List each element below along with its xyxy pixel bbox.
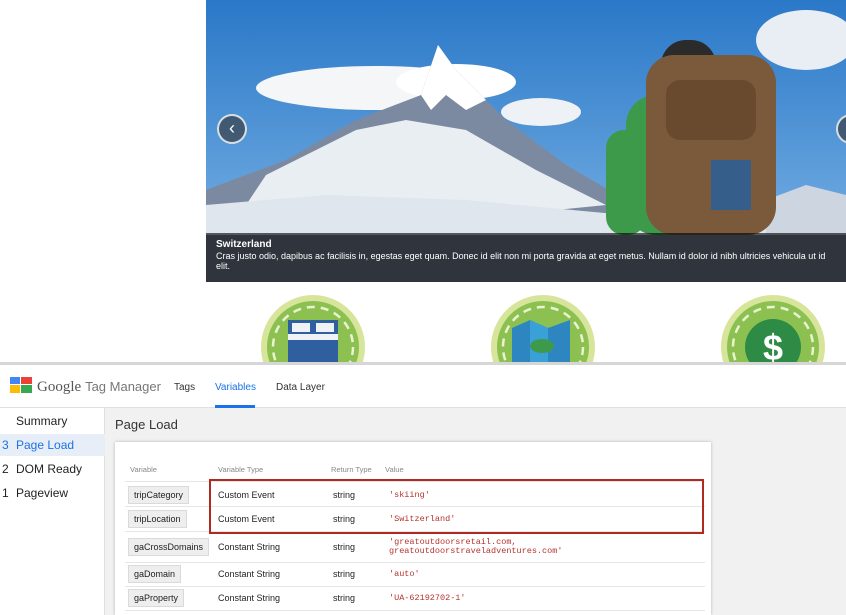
row-divider — [125, 610, 705, 611]
column-header-type: Variable Type — [218, 465, 264, 474]
gtm-brand: Google Tag Manager — [37, 378, 161, 396]
website-preview: Switzerland Cras justo odio, dapibus ac … — [0, 0, 846, 362]
hero-caption: Switzerland Cras justo odio, dapibus ac … — [206, 233, 846, 282]
dollar-icon[interactable]: $ — [720, 294, 826, 362]
variable-type: Custom Event — [218, 514, 275, 524]
variable-chip-triplocation[interactable]: tripLocation — [128, 510, 187, 528]
bed-icon[interactable] — [260, 294, 366, 362]
active-tab-indicator — [215, 405, 255, 408]
event-number: 3 — [2, 438, 9, 452]
column-header-value: Value — [385, 465, 404, 474]
sidebar-item-label: Summary — [16, 414, 68, 428]
row-divider — [125, 481, 705, 482]
tab-variables[interactable]: Variables — [215, 382, 256, 393]
return-type: string — [333, 542, 356, 552]
variable-chip-gacrossdomains[interactable]: gaCrossDomains — [128, 538, 210, 556]
brand-product: Tag Manager — [85, 379, 161, 394]
hero-carousel: Switzerland Cras justo odio, dapibus ac … — [206, 0, 846, 282]
variable-value-continued: greatoutdoorstraveladventures.com' — [389, 546, 563, 556]
gtm-logo-icon — [10, 377, 32, 393]
variable-type: Constant String — [218, 542, 281, 552]
page-title: Page Load — [115, 417, 178, 432]
gtm-header: Google Tag Manager Tags Variables Data L… — [0, 365, 846, 408]
event-number: 2 — [2, 462, 9, 476]
hero-text: Cras justo odio, dapibus ac facilisis in… — [216, 251, 826, 271]
variable-value: 'skiing' — [389, 490, 430, 500]
row-divider — [125, 531, 705, 532]
variable-chip-gadomain[interactable]: gaDomain — [128, 565, 182, 583]
row-divider — [125, 586, 705, 587]
row-divider — [125, 562, 705, 563]
sidebar-item-dom-ready[interactable]: 2 DOM Ready — [0, 458, 105, 480]
variable-type: Custom Event — [218, 490, 275, 500]
map-icon[interactable] — [490, 294, 596, 362]
sidebar-item-label: Pageview — [16, 486, 69, 500]
hero-title: Switzerland — [216, 239, 272, 250]
sidebar-item-label: DOM Ready — [16, 462, 83, 476]
dollar-sign: $ — [763, 327, 783, 362]
variable-type: Constant String — [218, 593, 281, 603]
return-type: string — [333, 490, 356, 500]
sidebar-item-page-load[interactable]: 3 Page Load — [0, 434, 105, 456]
variable-type: Constant String — [218, 569, 281, 579]
tab-data-layer[interactable]: Data Layer — [276, 382, 325, 393]
row-divider — [125, 506, 705, 507]
brand-google: Google — [37, 379, 82, 395]
sidebar-item-summary[interactable]: Summary — [0, 410, 105, 432]
variable-chip-gaproperty[interactable]: gaProperty — [128, 589, 185, 607]
return-type: string — [333, 569, 356, 579]
return-type: string — [333, 514, 356, 524]
variable-value: 'Switzerland' — [389, 514, 456, 524]
variable-value: 'UA-62192702-1' — [389, 593, 466, 603]
variables-card — [115, 442, 711, 615]
column-header-return: Return Type — [331, 465, 372, 474]
sidebar-item-label: Page Load — [16, 438, 75, 452]
variable-chip-tripcategory[interactable]: tripCategory — [128, 486, 190, 504]
column-header-variable: Variable — [130, 465, 157, 474]
tab-tags[interactable]: Tags — [174, 382, 195, 393]
sidebar-item-pageview[interactable]: 1 Pageview — [0, 482, 105, 504]
event-sidebar: Summary 3 Page Load 2 DOM Ready 1 Pagevi… — [0, 408, 105, 615]
variable-value: 'auto' — [389, 569, 420, 579]
return-type: string — [333, 593, 356, 603]
event-number: 1 — [2, 486, 9, 500]
carousel-prev-button[interactable]: ‹ — [217, 114, 247, 144]
